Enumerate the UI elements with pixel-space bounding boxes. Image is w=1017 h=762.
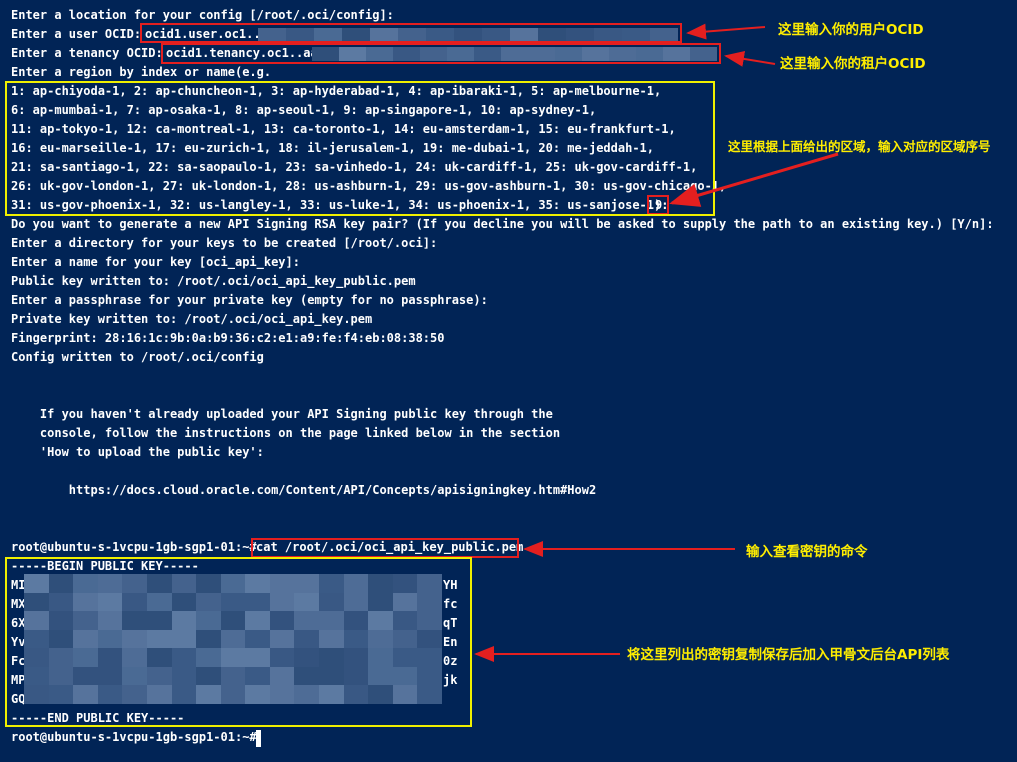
arrow-region-choice	[669, 152, 839, 207]
cat-note: 输入查看密钥的命令	[746, 544, 868, 560]
tenancy-ocid-note: 这里输入你的租户OCID	[780, 56, 926, 72]
arrow-user-ocid	[686, 23, 766, 40]
arrow-tenancy-ocid	[724, 51, 776, 67]
region-note: 这里根据上面给出的区域，输入对应的区域序号	[728, 139, 991, 154]
user-ocid-note: 这里输入你的用户OCID	[778, 22, 924, 38]
key-note: 将这里列出的密钥复制保存后加入甲骨文后台API列表	[627, 647, 950, 663]
terminal-window[interactable]: Enter a location for your config [/root/…	[0, 0, 1017, 762]
